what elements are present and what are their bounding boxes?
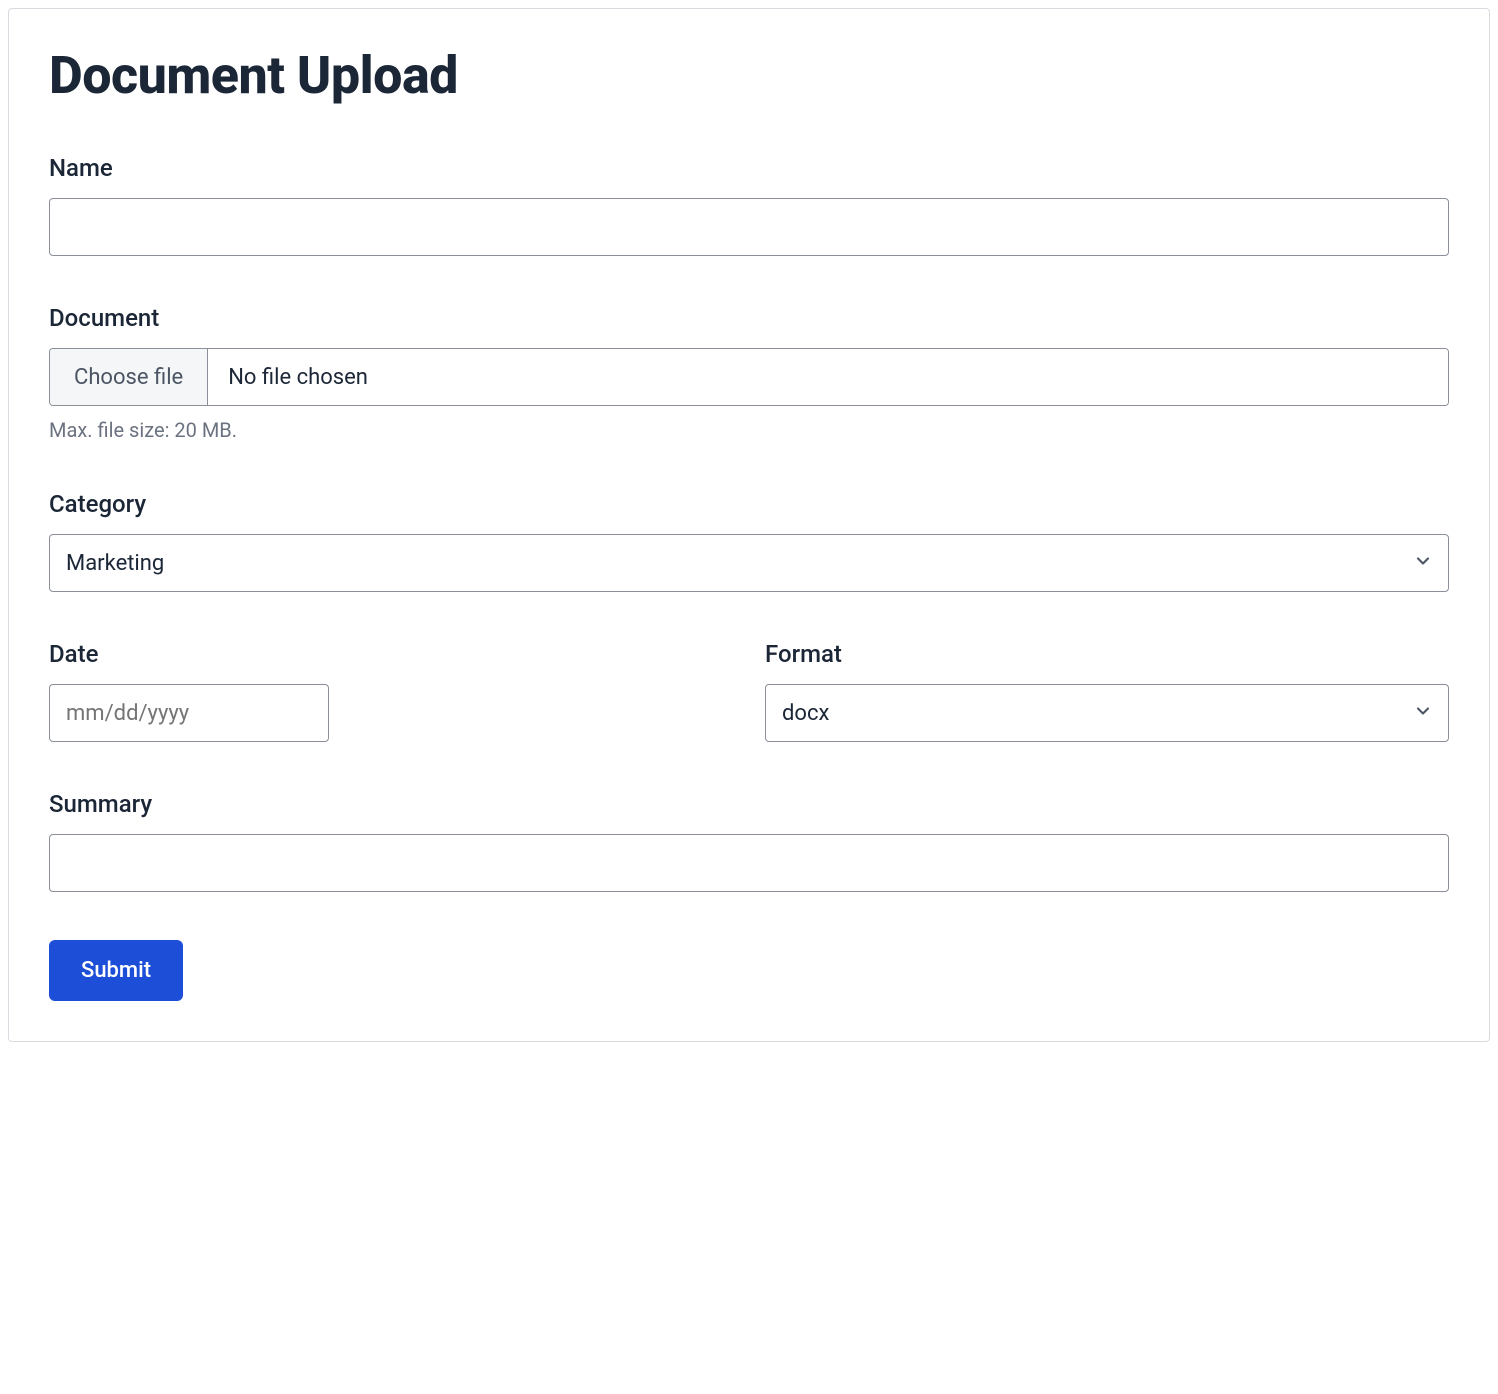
date-field-group: Date — [49, 640, 733, 742]
summary-input[interactable] — [49, 834, 1449, 892]
submit-button[interactable]: Submit — [49, 940, 183, 1001]
summary-field-group: Summary — [49, 790, 1449, 892]
file-status-text: No file chosen — [208, 349, 1448, 405]
document-label: Document — [49, 304, 1449, 332]
page-title: Document Upload — [49, 45, 1449, 106]
format-label: Format — [765, 640, 1449, 668]
file-input-row: Choose file No file chosen — [49, 348, 1449, 406]
name-input[interactable] — [49, 198, 1449, 256]
date-input[interactable] — [49, 684, 329, 742]
summary-label: Summary — [49, 790, 1449, 818]
format-field-group: Format docx — [765, 640, 1449, 742]
date-label: Date — [49, 640, 733, 668]
name-label: Name — [49, 154, 1449, 182]
category-field-group: Category Marketing — [49, 490, 1449, 592]
date-format-row: Date Format docx — [49, 640, 1449, 742]
category-select-wrapper: Marketing — [49, 534, 1449, 592]
category-select[interactable]: Marketing — [49, 534, 1449, 592]
name-field-group: Name — [49, 154, 1449, 256]
document-upload-form: Document Upload Name Document Choose fil… — [8, 8, 1490, 1042]
document-field-group: Document Choose file No file chosen Max.… — [49, 304, 1449, 442]
category-label: Category — [49, 490, 1449, 518]
format-select-wrapper: docx — [765, 684, 1449, 742]
format-select[interactable]: docx — [765, 684, 1449, 742]
choose-file-button[interactable]: Choose file — [50, 349, 208, 405]
file-helper-text: Max. file size: 20 MB. — [49, 418, 1449, 442]
